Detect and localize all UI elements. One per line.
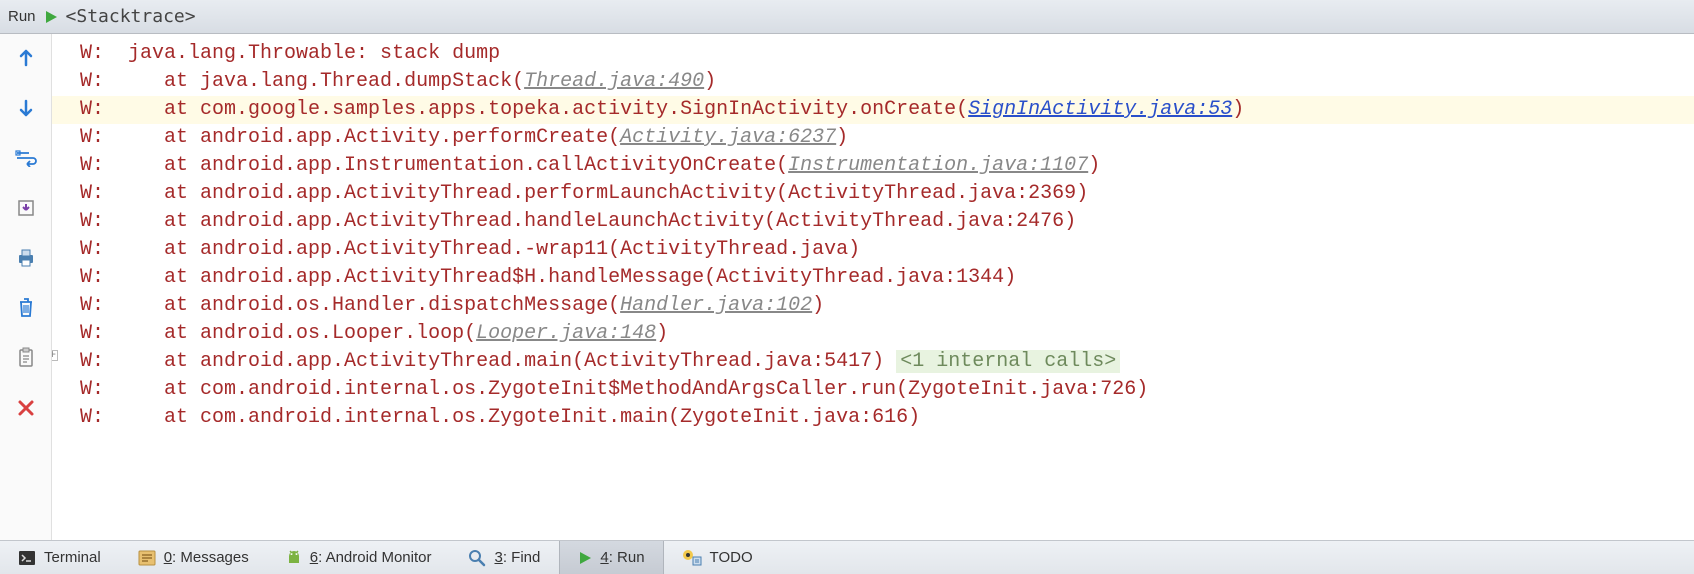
trace-line: W: at android.os.Handler.dispatchMessage… <box>52 292 1694 320</box>
tool-tab-find[interactable]: 3: Find <box>450 541 559 574</box>
trace-line: W: java.lang.Throwable: stack dump <box>52 40 1694 68</box>
expand-icon[interactable]: + <box>52 350 58 361</box>
stack-frame-method: android.app.ActivityThread.handleLaunchA… <box>200 210 764 233</box>
stack-frame-source-link[interactable]: Handler.java:102 <box>620 294 812 317</box>
run-header: Run <Stacktrace> <box>0 0 1694 34</box>
tool-tab-todo[interactable]: TODO <box>664 541 772 574</box>
log-tag: W: <box>80 98 104 121</box>
tool-tab-label: 0: Messages <box>164 549 249 566</box>
run-icon[interactable] <box>44 10 58 24</box>
trace-line: W: at com.android.internal.os.ZygoteInit… <box>52 404 1694 432</box>
tool-tab-label: TODO <box>710 549 753 566</box>
log-tag: W: <box>80 350 104 373</box>
messages-icon <box>138 550 156 566</box>
stacktrace-output[interactable]: W: java.lang.Throwable: stack dumpW: at … <box>52 34 1694 540</box>
print-icon[interactable] <box>10 242 42 274</box>
tool-tab-label: 4: Run <box>600 549 644 566</box>
stack-frame-method: com.android.internal.os.ZygoteInit$Metho… <box>200 378 896 401</box>
stack-frame-source-link: ActivityThread.java:1344 <box>716 266 1004 289</box>
stack-frame-source-link[interactable]: SignInActivity.java:53 <box>968 98 1232 121</box>
find-icon <box>468 549 486 567</box>
stack-frame-source-link: ActivityThread.java <box>620 238 848 261</box>
log-tag: W: <box>80 126 104 149</box>
tool-window-bar: Terminal 0: Messages 6: Android Monitor 3: … <box>0 540 1694 574</box>
tool-tab-run[interactable]: 4: Run <box>559 541 663 574</box>
down-arrow-icon[interactable] <box>10 92 42 124</box>
stack-frame-method: java.lang.Thread.dumpStack <box>200 70 512 93</box>
stack-frame-method: android.os.Looper.loop <box>200 322 464 345</box>
log-tag: W: <box>80 210 104 233</box>
stack-frame-method: com.google.samples.apps.topeka.activity.… <box>200 98 956 121</box>
stack-frame-method: android.os.Handler.dispatchMessage <box>200 294 608 317</box>
stack-frame-method: android.app.Activity.performCreate <box>200 126 608 149</box>
main-area: W: java.lang.Throwable: stack dumpW: at … <box>0 34 1694 540</box>
stack-frame-method: android.app.ActivityThread.main <box>200 350 572 373</box>
log-tag: W: <box>80 154 104 177</box>
trace-line: W: at android.app.ActivityThread.handleL… <box>52 208 1694 236</box>
stack-frame-method: android.app.ActivityThread.performLaunch… <box>200 182 776 205</box>
stack-frame-method: android.app.Instrumentation.callActivity… <box>200 154 776 177</box>
trace-line: W: at com.android.internal.os.ZygoteInit… <box>52 376 1694 404</box>
log-tag: W: <box>80 294 104 317</box>
tool-tab-messages[interactable]: 0: Messages <box>120 541 268 574</box>
tool-tab-label: 3: Find <box>494 549 540 566</box>
log-tag: W: <box>80 238 104 261</box>
stack-frame-source-link: ZygoteInit.java:616 <box>680 406 908 429</box>
tool-gutter <box>0 34 52 540</box>
tool-tab-label: 6: Android Monitor <box>310 549 432 566</box>
log-tag: W: <box>80 378 104 401</box>
stack-frame-method: com.android.internal.os.ZygoteInit.main <box>200 406 668 429</box>
log-tag: W: <box>80 266 104 289</box>
stack-frame-source-link[interactable]: Looper.java:148 <box>476 322 656 345</box>
android-icon <box>286 549 302 567</box>
trace-line: W: at android.app.ActivityThread.perform… <box>52 180 1694 208</box>
trace-line: +W: at android.app.ActivityThread.main(A… <box>52 348 1694 376</box>
stack-frame-method: android.app.ActivityThread.-wrap11 <box>200 238 608 261</box>
todo-icon <box>682 549 702 567</box>
trace-line: W: at android.app.ActivityThread.-wrap11… <box>52 236 1694 264</box>
terminal-icon <box>18 550 36 566</box>
run-label: Run <box>8 8 36 25</box>
close-icon[interactable] <box>10 392 42 424</box>
trace-head-text: java.lang.Throwable: stack dump <box>104 42 500 65</box>
stack-frame-source-link[interactable]: Instrumentation.java:1107 <box>788 154 1088 177</box>
tool-tab-terminal[interactable]: Terminal <box>0 541 120 574</box>
log-tag: W: <box>80 42 104 65</box>
stack-frame-source-link[interactable]: Activity.java:6237 <box>620 126 836 149</box>
scroll-to-end-icon[interactable] <box>10 192 42 224</box>
log-tag: W: <box>80 182 104 205</box>
trace-line: W: at android.app.Instrumentation.callAc… <box>52 152 1694 180</box>
log-tag: W: <box>80 70 104 93</box>
soft-wrap-icon[interactable] <box>10 142 42 174</box>
trash-icon[interactable] <box>10 292 42 324</box>
stack-frame-source-link: ActivityThread.java:5417 <box>584 350 872 373</box>
trace-line: W: at android.app.ActivityThread$H.handl… <box>52 264 1694 292</box>
log-tag: W: <box>80 406 104 429</box>
trace-line: W: at android.os.Looper.loop(Looper.java… <box>52 320 1694 348</box>
stack-frame-source-link[interactable]: Thread.java:490 <box>524 70 704 93</box>
tool-tab-label: Terminal <box>44 549 101 566</box>
stack-frame-source-link: ActivityThread.java:2369 <box>788 182 1076 205</box>
log-tag: W: <box>80 322 104 345</box>
trace-line: W: at java.lang.Thread.dumpStack(Thread.… <box>52 68 1694 96</box>
stacktrace-tab-label[interactable]: <Stacktrace> <box>66 6 196 27</box>
trace-line: W: at com.google.samples.apps.topeka.act… <box>52 96 1694 124</box>
clipboard-icon[interactable] <box>10 342 42 374</box>
trace-line: W: at android.app.Activity.performCreate… <box>52 124 1694 152</box>
stack-frame-method: android.app.ActivityThread$H.handleMessa… <box>200 266 704 289</box>
up-arrow-icon[interactable] <box>10 42 42 74</box>
internal-calls-badge[interactable]: <1 internal calls> <box>896 350 1120 373</box>
stack-frame-source-link: ZygoteInit.java:726 <box>908 378 1136 401</box>
stack-frame-source-link: ActivityThread.java:2476 <box>776 210 1064 233</box>
tool-tab-android-monitor[interactable]: 6: Android Monitor <box>268 541 451 574</box>
run-icon <box>578 551 592 565</box>
